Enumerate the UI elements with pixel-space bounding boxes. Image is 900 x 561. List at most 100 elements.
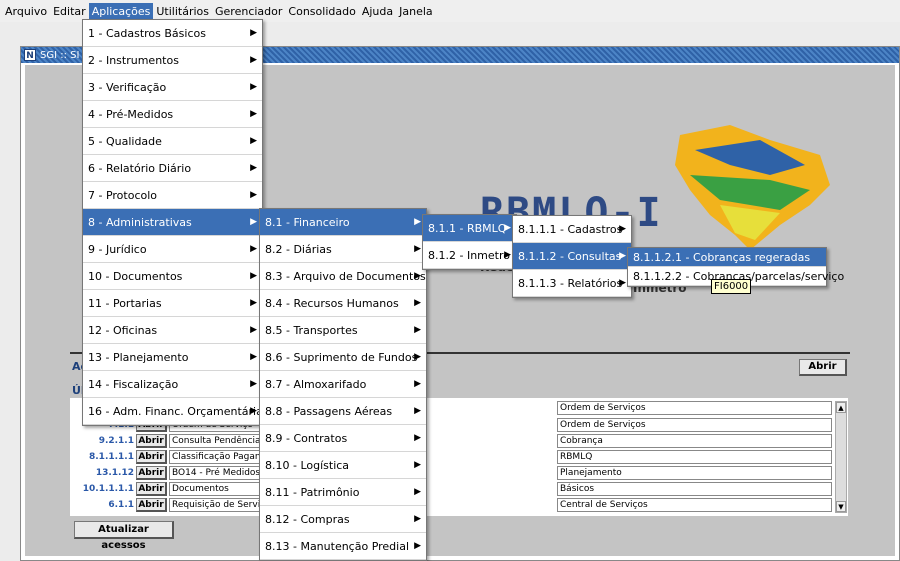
row-abrir-button[interactable]: Abrir: [136, 466, 167, 480]
menu-item-rbmlq[interactable]: 8.1.1 - RBMLQ ▶: [423, 215, 516, 242]
menu-item-transportes[interactable]: 8.5 - Transportes ▶: [260, 317, 426, 344]
submenu-arrow-icon: ▶: [250, 325, 257, 335]
submenu-arrow-icon: ▶: [250, 136, 257, 146]
menu-item-administrativas[interactable]: 8 - Administrativas ▶: [83, 209, 262, 236]
menu-item-passagens-aereas[interactable]: 8.8 - Passagens Aéreas ▶: [260, 398, 426, 425]
menu-item-consultas[interactable]: 8.1.1.2 - Consultas ▶: [513, 243, 631, 270]
atualizar-acessos-button[interactable]: Atualizar acessos: [74, 521, 174, 551]
menu-financeiro-submenu: 8.1.1 - RBMLQ ▶ 8.1.2 - Inmetro ▶: [422, 214, 517, 270]
submenu-arrow-icon: ▶: [250, 163, 257, 173]
menu-item-recursos-humanos[interactable]: 8.4 - Recursos Humanos ▶: [260, 290, 426, 317]
menu-consolidado[interactable]: Consolidado: [285, 3, 358, 20]
menu-item-suprimento-fundos[interactable]: 8.6 - Suprimento de Fundos ▶: [260, 344, 426, 371]
menu-rbmlq-submenu: 8.1.1.1 - Cadastros ▶ 8.1.1.2 - Consultas…: [512, 215, 632, 298]
menu-item-fiscalizacao[interactable]: 14 - Fiscalização ▶: [83, 371, 262, 398]
scroll-down-icon[interactable]: ▼: [836, 501, 846, 512]
submenu-arrow-icon: ▶: [414, 352, 421, 362]
row-abrir-button[interactable]: Abrir: [136, 450, 167, 464]
menu-item-contratos[interactable]: 8.9 - Contratos ▶: [260, 425, 426, 452]
menu-item-manutencao-predial[interactable]: 8.13 - Manutenção Predial ▶: [260, 533, 426, 560]
row-code: 10.1.1.1.1: [82, 484, 134, 494]
menu-editar[interactable]: Editar: [50, 3, 89, 20]
row-abrir-button[interactable]: Abrir: [136, 498, 167, 512]
menu-item-compras[interactable]: 8.12 - Compras ▶: [260, 506, 426, 533]
menu-janela[interactable]: Janela: [396, 3, 436, 20]
row-name: Documentos: [169, 482, 269, 496]
row-right: Central de Serviços: [557, 498, 832, 512]
submenu-arrow-icon: ▶: [250, 190, 257, 200]
menu-ajuda[interactable]: Ajuda: [359, 3, 396, 20]
submenu-arrow-icon: ▶: [414, 325, 421, 335]
menu-item-qualidade[interactable]: 5 - Qualidade ▶: [83, 128, 262, 155]
submenu-arrow-icon: ▶: [250, 82, 257, 92]
row-code: 13.1.12: [95, 468, 134, 478]
menu-item-relatorio-diario[interactable]: 6 - Relatório Diário ▶: [83, 155, 262, 182]
menu-item-logistica[interactable]: 8.10 - Logística ▶: [260, 452, 426, 479]
submenu-arrow-icon: ▶: [414, 379, 421, 389]
app-icon: N: [24, 49, 36, 61]
submenu-arrow-icon: ▶: [414, 244, 421, 254]
menu-gerenciador[interactable]: Gerenciador: [212, 3, 285, 20]
submenu-arrow-icon: ▶: [504, 223, 511, 233]
menu-item-verificacao[interactable]: 3 - Verificação ▶: [83, 74, 262, 101]
submenu-arrow-icon: ▶: [414, 271, 421, 281]
menu-item-instrumentos[interactable]: 2 - Instrumentos ▶: [83, 47, 262, 74]
row-code: 6.1.1: [108, 500, 134, 510]
menu-item-planejamento[interactable]: 13 - Planejamento ▶: [83, 344, 262, 371]
menu-administrativas-submenu: 8.1 - Financeiro ▶ 8.2 - Diárias ▶ 8.3 - A…: [259, 208, 427, 561]
row-right: Básicos: [557, 482, 832, 496]
submenu-arrow-icon: ▶: [414, 487, 421, 497]
submenu-arrow-icon: ▶: [250, 55, 257, 65]
submenu-arrow-icon: ▶: [414, 460, 421, 470]
menu-item-cadastros[interactable]: 8.1.1.1 - Cadastros ▶: [513, 216, 631, 243]
menu-item-oficinas[interactable]: 12 - Oficinas ▶: [83, 317, 262, 344]
menu-item-arquivo-documentos[interactable]: 8.3 - Arquivo de Documentos ▶: [260, 263, 426, 290]
submenu-arrow-icon: ▶: [250, 298, 257, 308]
row-abrir-button[interactable]: Abrir: [136, 434, 167, 448]
menu-item-relatorios[interactable]: 8.1.1.3 - Relatórios ▶: [513, 270, 631, 297]
submenu-arrow-icon: ▶: [619, 278, 626, 288]
menu-item-cobrancas-regeradas[interactable]: 8.1.1.2.1 - Cobranças regeradas: [628, 248, 826, 267]
row-name: Classificação Pagan: [169, 450, 269, 464]
submenu-arrow-icon: ▶: [414, 541, 421, 551]
submenu-arrow-icon: ▶: [250, 352, 257, 362]
submenu-arrow-icon: ▶: [414, 217, 421, 227]
row-name: Consulta Pendência: [169, 434, 269, 448]
menu-aplicacoes[interactable]: Aplicações: [88, 2, 154, 20]
abrir-button[interactable]: Abrir: [799, 359, 847, 376]
submenu-arrow-icon: ▶: [504, 250, 511, 260]
row-name: BO14 - Pré Medidos: [169, 466, 269, 480]
menu-item-juridico[interactable]: 9 - Jurídico ▶: [83, 236, 262, 263]
menu-item-pre-medidos[interactable]: 4 - Pré-Medidos ▶: [83, 101, 262, 128]
scroll-up-icon[interactable]: ▲: [836, 402, 846, 413]
submenu-arrow-icon: ▶: [250, 28, 257, 38]
row-right: Ordem de Serviços: [557, 418, 832, 432]
row-right: RBMLQ: [557, 450, 832, 464]
submenu-arrow-icon: ▶: [414, 433, 421, 443]
submenu-arrow-icon: ▶: [250, 406, 257, 416]
grid-scrollbar[interactable]: ▲ ▼: [835, 401, 847, 513]
submenu-arrow-icon: ▶: [414, 406, 421, 416]
row-right: Cobrança: [557, 434, 832, 448]
window-title: SGI :: SI: [40, 49, 80, 61]
submenu-arrow-icon: ▶: [619, 224, 626, 234]
menu-item-portarias[interactable]: 11 - Portarias ▶: [83, 290, 262, 317]
row-code: 9.2.1.1: [98, 436, 134, 446]
menu-item-financeiro[interactable]: 8.1 - Financeiro ▶: [260, 209, 426, 236]
menu-item-inmetro[interactable]: 8.1.2 - Inmetro ▶: [423, 242, 516, 269]
menu-item-documentos[interactable]: 10 - Documentos ▶: [83, 263, 262, 290]
submenu-arrow-icon: ▶: [250, 109, 257, 119]
menu-item-diarias[interactable]: 8.2 - Diárias ▶: [260, 236, 426, 263]
menu-item-cadastros-basicos[interactable]: 1 - Cadastros Básicos ▶: [83, 20, 262, 47]
row-abrir-button[interactable]: Abrir: [136, 482, 167, 496]
menu-arquivo[interactable]: Arquivo: [2, 3, 50, 20]
menu-aplicacoes-dropdown: 1 - Cadastros Básicos ▶ 2 - Instrumentos ▶…: [82, 19, 263, 426]
submenu-arrow-icon: ▶: [250, 379, 257, 389]
menu-item-adm-financ[interactable]: 16 - Adm. Financ. Orçamentária ▶: [83, 398, 263, 425]
menu-item-almoxarifado[interactable]: 8.7 - Almoxarifado ▶: [260, 371, 426, 398]
submenu-arrow-icon: ▶: [250, 244, 257, 254]
menu-item-patrimonio[interactable]: 8.11 - Patrimônio ▶: [260, 479, 426, 506]
menu-utilitarios[interactable]: Utilitários: [153, 3, 212, 20]
row-code: 8.1.1.1.1: [89, 452, 134, 462]
menu-item-protocolo[interactable]: 7 - Protocolo ▶: [83, 182, 262, 209]
